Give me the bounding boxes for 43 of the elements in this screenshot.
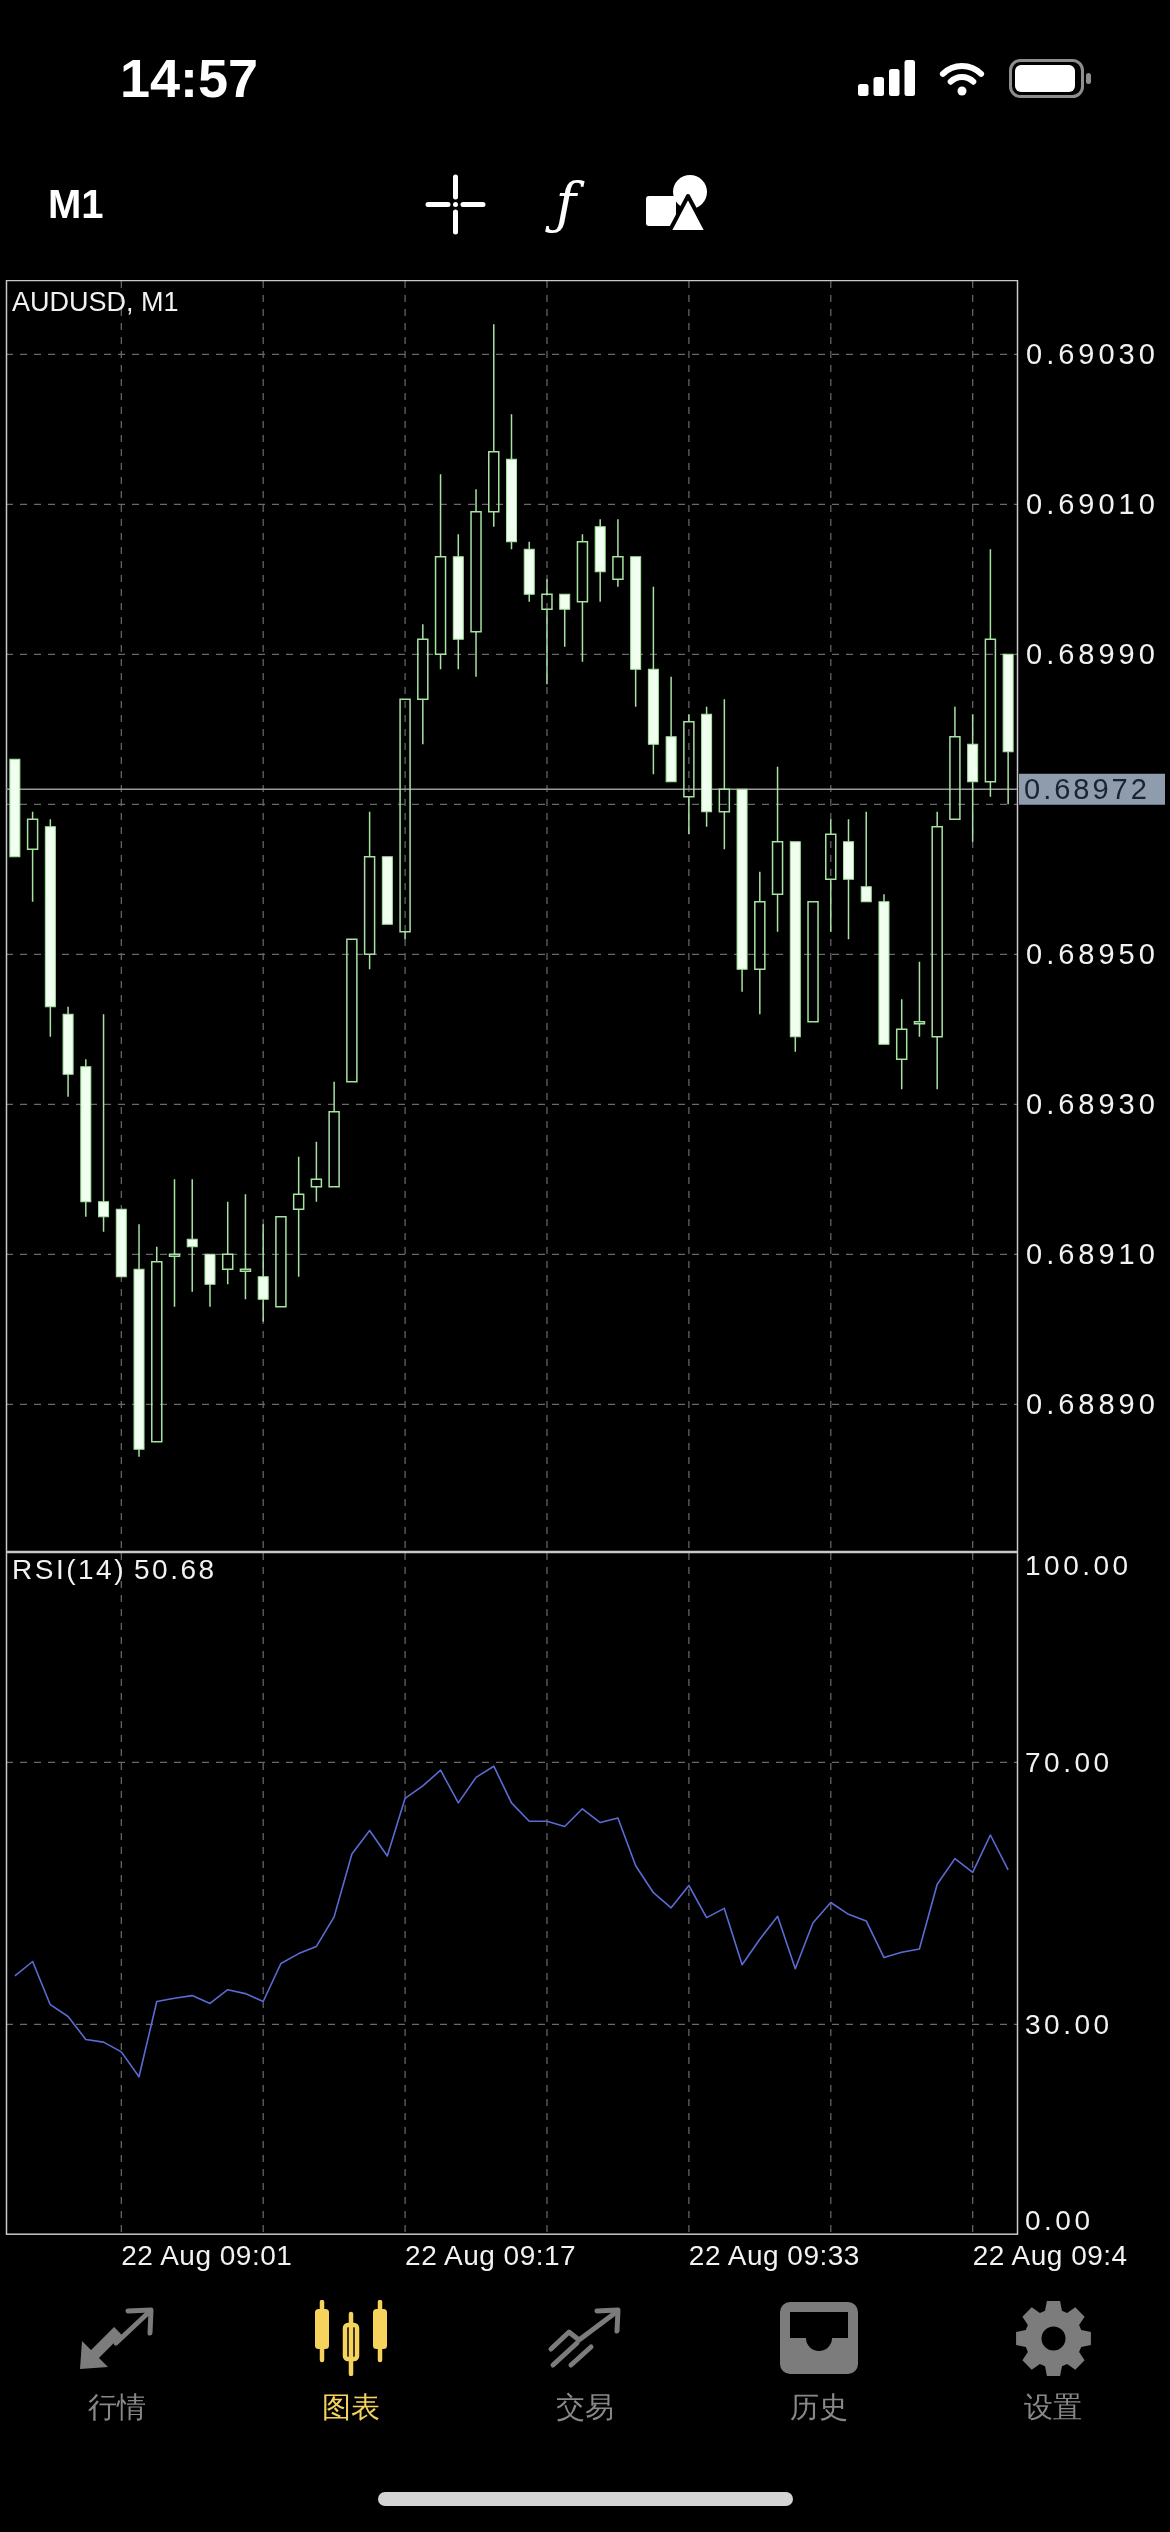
axis-label: 70.00 <box>1025 1746 1113 1778</box>
inbox-tray-icon <box>780 2302 858 2374</box>
candle <box>612 518 624 588</box>
axis-label: 30.00 <box>1025 2008 1113 2040</box>
signal-icon <box>858 60 915 96</box>
time-label: 22 Aug 09:33 <box>688 2239 860 2271</box>
settings-icon <box>1014 2299 1092 2377</box>
tab[interactable]: 交易 <box>547 2298 623 2424</box>
price-label: 0.68890 <box>1026 1388 1159 1421</box>
timeframe-button[interactable]: M1 <box>48 181 104 227</box>
axis-label: 0.00 <box>1025 2205 1094 2236</box>
status-time: 14:57 <box>120 48 259 108</box>
arrows-icon <box>78 2305 156 2371</box>
tab[interactable]: 设置 <box>1014 2298 1092 2424</box>
tab[interactable]: 图表 <box>312 2298 390 2424</box>
tab[interactable]: 行情 <box>78 2298 156 2424</box>
candle <box>310 1141 323 1203</box>
candle <box>204 1253 216 1308</box>
battery-icon <box>1009 58 1091 98</box>
tab[interactable]: 历史 <box>780 2298 858 2424</box>
time-label: 22 Aug 09:17 <box>405 2239 577 2271</box>
crosshair-icon[interactable] <box>424 173 486 235</box>
price-label: 0.68930 <box>1026 1088 1159 1121</box>
price-label: 0.69010 <box>1026 488 1159 521</box>
price-label: 0.68990 <box>1026 638 1159 671</box>
axis-label: 100.00 <box>1025 1552 1132 1582</box>
time-label: 22 Aug 09:4 <box>972 2239 1128 2271</box>
candlestick-icon <box>312 2300 390 2376</box>
price-label: 0.69030 <box>1026 338 1159 371</box>
candle <box>523 541 535 603</box>
indicator-name: RSI(14) <box>12 1553 126 1585</box>
price-label: 0.68910 <box>1026 1238 1159 1271</box>
candle <box>559 593 571 648</box>
candle <box>381 856 393 925</box>
time-label: 22 Aug 09:01 <box>121 2239 293 2271</box>
current-price-label: 0.68972 <box>1019 773 1165 806</box>
indicator-button[interactable]: ƒ <box>541 164 591 244</box>
price-label: 0.68950 <box>1026 938 1159 971</box>
wifi-icon <box>937 60 987 96</box>
candle <box>115 1208 127 1278</box>
indicator-value: 50.68 <box>134 1553 217 1585</box>
trend-arrow-icon <box>547 2307 623 2369</box>
chart-title: AUDUSD, M1 <box>12 287 179 317</box>
